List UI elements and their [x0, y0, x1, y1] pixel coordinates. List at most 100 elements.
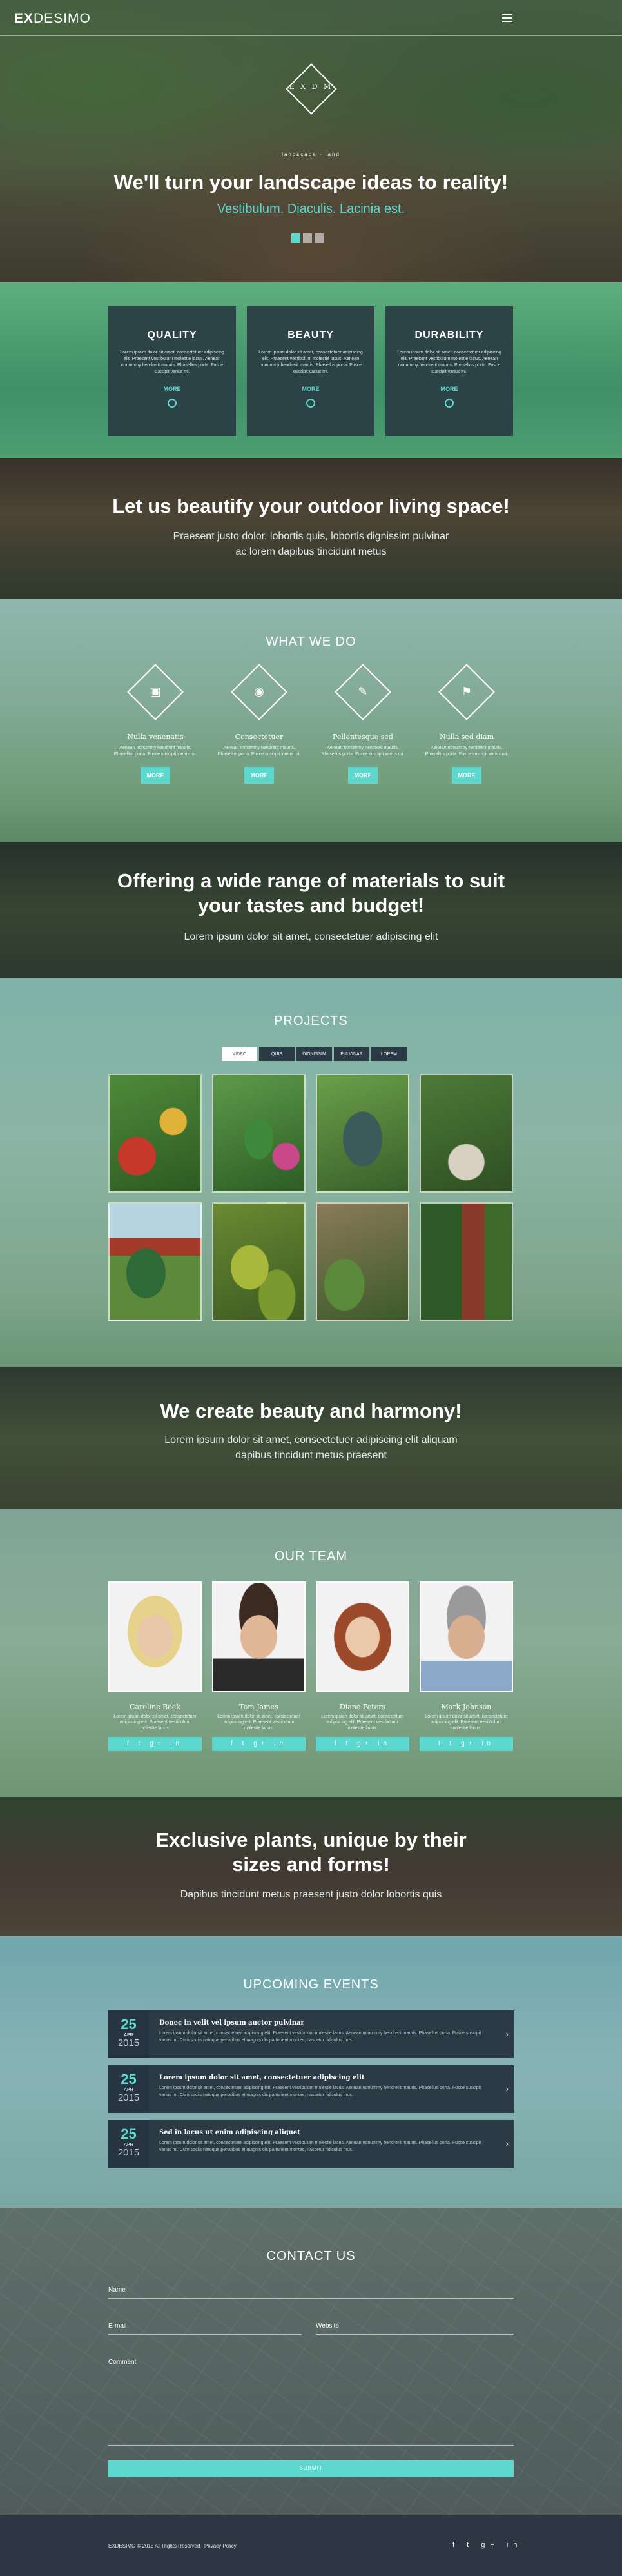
service-text: Aenean nonummy hendrerit mauris. Phasell…	[113, 746, 197, 757]
section-title: PROJECTS	[274, 1014, 348, 1028]
slider-dot[interactable]	[291, 233, 300, 243]
more-link[interactable]: MORE	[108, 386, 236, 392]
project-thumbnail[interactable]	[420, 1074, 513, 1193]
chevron-right-icon[interactable]: ›	[505, 2083, 509, 2094]
banner-title-line: Exclusive plants, unique by their	[155, 1828, 467, 1851]
more-link[interactable]: MORE	[385, 386, 513, 392]
more-button[interactable]: MORE	[348, 767, 378, 784]
event-item[interactable]: 25 APR 2015 Lorem ipsum dolor sit amet, co…	[108, 2065, 514, 2113]
project-thumbnail[interactable]	[420, 1202, 513, 1321]
banner-title-line: your tastes and budget!	[197, 894, 425, 916]
slider-dot[interactable]	[303, 233, 312, 243]
feature-card-beauty: BEAUTY Lorem ipsum dolor sit amet, conse…	[247, 306, 374, 436]
banner-plants: Exclusive plants, unique by their sizes …	[0, 1797, 622, 1936]
project-thumbnail[interactable]	[108, 1074, 202, 1193]
team-member: Diane Peters Lorem ipsum dolor sit amet,…	[316, 1581, 409, 1751]
site-logo[interactable]: EXDESIMO	[14, 11, 91, 26]
social-icons-bar[interactable]: f t g+ in	[420, 1737, 513, 1751]
event-date: 25 APR 2015	[108, 2010, 149, 2058]
member-bio: Lorem ipsum dolor sit amet, consectetuer…	[321, 1714, 404, 1730]
project-thumbnail[interactable]	[108, 1202, 202, 1321]
filter-tab[interactable]: PULVINAR	[334, 1047, 369, 1061]
project-thumbnail[interactable]	[316, 1074, 409, 1193]
social-icons-bar[interactable]: f t g+ in	[212, 1737, 306, 1751]
what-we-do-section: WHAT WE DO ▣ Nulla venenatis Aenean nonu…	[0, 599, 622, 842]
banner-line: Lorem ipsum dolor sit amet, consectetuer…	[164, 1434, 458, 1445]
section-title: OUR TEAM	[274, 1549, 348, 1563]
banner-title-line: Offering a wide range of materials to su…	[117, 869, 505, 892]
member-name: Mark Johnson	[441, 1703, 492, 1711]
name-label: Name	[108, 2286, 126, 2294]
eye-icon: ◉	[254, 685, 264, 698]
banner-materials: Offering a wide range of materials to su…	[0, 842, 622, 978]
more-button[interactable]: MORE	[141, 767, 170, 784]
project-filters: VIDEO QUIS DIGNISSIM PULVINAR LOREM	[222, 1047, 409, 1061]
circle-arrow-icon[interactable]	[306, 399, 315, 408]
project-thumbnail[interactable]	[316, 1202, 409, 1321]
section-title: WHAT WE DO	[266, 635, 356, 649]
event-item[interactable]: 25 APR 2015 Sed in lacus ut enim adipiscin…	[108, 2120, 514, 2168]
name-field[interactable]	[108, 2298, 514, 2299]
banner-outdoor: Let us beautify your outdoor living spac…	[0, 458, 622, 599]
event-item[interactable]: 25 APR 2015 Donec in velit vel ipsum aucto…	[108, 2010, 514, 2058]
avatar	[316, 1581, 409, 1692]
submit-button[interactable]: SUBMIT	[108, 2460, 514, 2477]
event-title[interactable]: Lorem ipsum dolor sit amet, consectetuer…	[159, 2074, 365, 2081]
team-member: Mark Johnson Lorem ipsum dolor sit amet,…	[420, 1581, 513, 1751]
more-button[interactable]: MORE	[244, 767, 274, 784]
event-text: Lorem ipsum dolor sit amet, consectetuer…	[159, 2141, 481, 2152]
avatar	[420, 1581, 513, 1692]
hero-subtitle: Vestibulum. Diaculis. Lacinia est.	[217, 202, 405, 216]
chevron-right-icon[interactable]: ›	[505, 2138, 509, 2148]
feature-text: Lorem ipsum dolor sit amet, consectetuer…	[397, 350, 501, 374]
social-icons-bar[interactable]: f t g+ in	[108, 1737, 202, 1751]
top-nav-bar: EXDESIMO	[0, 0, 622, 36]
feature-text: Lorem ipsum dolor sit amet, consectetuer…	[258, 350, 363, 374]
slider-pagination	[291, 233, 326, 246]
projects-section: PROJECTS VIDEO QUIS DIGNISSIM PULVINAR LOREM	[0, 978, 622, 1367]
project-thumbnail[interactable]	[212, 1202, 306, 1321]
team-member: Tom James Lorem ipsum dolor sit amet, co…	[212, 1581, 306, 1751]
service-text: Aenean nonummy hendrerit mauris. Phasell…	[425, 746, 509, 757]
event-text: Lorem ipsum dolor sit amet, consectetuer…	[159, 2031, 481, 2043]
slider-dot[interactable]	[315, 233, 324, 243]
social-icons-bar[interactable]: f t g+ in	[316, 1737, 409, 1751]
email-label: E-mail	[108, 2323, 127, 2330]
filter-tab[interactable]: QUIS	[259, 1047, 295, 1061]
hero-section: EXDESIMO E X D M landscape · land We'll …	[0, 0, 622, 282]
filter-tab[interactable]: LOREM	[371, 1047, 407, 1061]
feature-text: Lorem ipsum dolor sit amet, consectetuer…	[120, 350, 224, 374]
avatar	[108, 1581, 202, 1692]
copyright-text: EXDESIMO © 2015 All Rights Reserved | Pr…	[108, 2543, 237, 2549]
member-bio: Lorem ipsum dolor sit amet, consectetuer…	[425, 1714, 508, 1730]
email-field[interactable]	[108, 2334, 302, 2335]
banner-title: We create beauty and harmony!	[160, 1400, 462, 1422]
more-link[interactable]: MORE	[247, 386, 374, 392]
event-title[interactable]: Sed in lacus ut enim adipiscing aliquet	[159, 2129, 300, 2136]
more-button[interactable]: MORE	[452, 767, 481, 784]
service-name: Nulla sed diam	[439, 733, 494, 741]
footer: EXDESIMO © 2015 All Rights Reserved | Pr…	[0, 2515, 622, 2576]
filter-tab[interactable]: VIDEO	[222, 1047, 257, 1061]
website-field[interactable]	[316, 2334, 514, 2335]
emblem-caption: landscape · land	[282, 152, 340, 157]
footer-social-icons[interactable]: f t g+ in	[452, 2541, 522, 2549]
section-title: UPCOMING EVENTS	[243, 1977, 379, 1992]
circle-arrow-icon[interactable]	[445, 399, 454, 408]
website-label: Website	[316, 2323, 339, 2330]
cube-icon: ▣	[150, 685, 161, 698]
circle-arrow-icon[interactable]	[168, 399, 177, 408]
member-bio: Lorem ipsum dolor sit amet, consectetuer…	[113, 1714, 197, 1730]
banner-text: Lorem ipsum dolor sit amet, consectetuer…	[184, 931, 438, 942]
features-section: QUALITY Lorem ipsum dolor sit amet, cons…	[0, 282, 622, 458]
hamburger-icon[interactable]	[502, 14, 512, 24]
service-name: Consectetuer	[235, 733, 284, 741]
comment-field[interactable]	[108, 2445, 514, 2446]
banner-title: Let us beautify your outdoor living spac…	[112, 495, 510, 517]
team-member: Caroline Beek Lorem ipsum dolor sit amet…	[108, 1581, 202, 1751]
chevron-right-icon[interactable]: ›	[505, 2028, 509, 2039]
event-title[interactable]: Donec in velit vel ipsum auctor pulvinar	[159, 2019, 304, 2026]
filter-tab[interactable]: DIGNISSIM	[296, 1047, 332, 1061]
project-thumbnail[interactable]	[212, 1074, 306, 1193]
comment-label: Comment	[108, 2359, 137, 2366]
